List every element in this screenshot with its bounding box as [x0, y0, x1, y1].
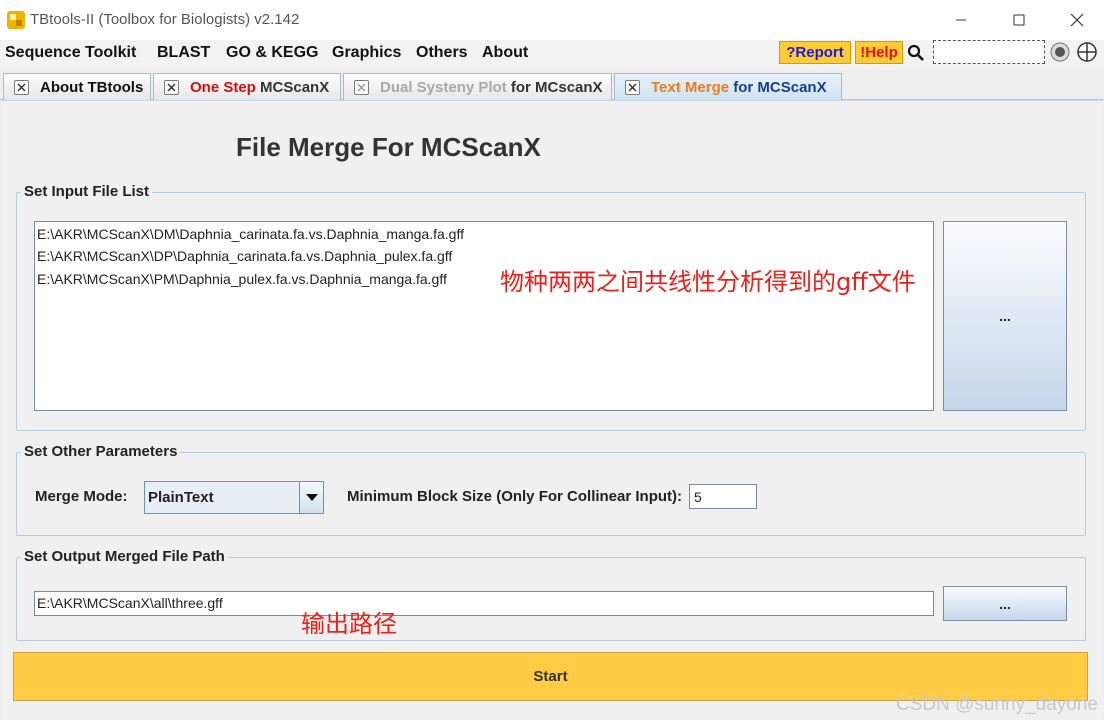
- menu-about[interactable]: About: [482, 44, 528, 62]
- tab-about-tbtools[interactable]: About TBtools: [3, 73, 151, 100]
- maximize-icon: [1013, 14, 1025, 26]
- tab-close-icon[interactable]: [164, 80, 179, 95]
- tab-text-merge[interactable]: Text Merge for MCScanX: [614, 73, 842, 100]
- menu-go-kegg[interactable]: GO & KEGG: [226, 44, 318, 62]
- watermark: CSDN @sunny_dayone: [895, 694, 1098, 715]
- menu-others[interactable]: Others: [416, 44, 468, 62]
- grid-layout-icon[interactable]: [1076, 41, 1098, 63]
- tab-close-icon[interactable]: [354, 80, 369, 95]
- params-group-title: Set Other Parameters: [21, 443, 181, 460]
- tab-label: About TBtools: [40, 79, 143, 96]
- min-block-label: Minimum Block Size (Only For Collinear I…: [347, 488, 683, 505]
- tab-label-part: Text Merge: [651, 79, 734, 96]
- minimize-icon: [956, 19, 966, 21]
- tab-dual-systeny-plot[interactable]: Dual Systeny Plot for MCscanX: [343, 73, 612, 100]
- tab-label-suffix: for MCScanX: [733, 79, 827, 96]
- title-bar: TBtools-II (Toolbox for Biologists) v2.1…: [0, 0, 1104, 40]
- maximize-button[interactable]: [990, 0, 1048, 40]
- output-path-input[interactable]: E:\AKR\MCScanX\all\three.gff: [34, 591, 934, 616]
- tab-label: Text Merge for MCScanX: [651, 79, 827, 96]
- tab-one-step-mcscanx[interactable]: One Step MCScanX: [153, 73, 341, 100]
- page-title: File Merge For MCScanX: [236, 132, 541, 162]
- close-window-button[interactable]: [1048, 0, 1104, 40]
- close-icon: [1070, 13, 1084, 27]
- menu-sequence-toolkit[interactable]: Sequence Toolkit: [5, 44, 136, 62]
- menu-graphics[interactable]: Graphics: [332, 44, 401, 62]
- input-annotation: 物种两两之间共线性分析得到的gff文件: [500, 268, 916, 296]
- browse-input-button[interactable]: ...: [943, 221, 1067, 411]
- merge-mode-label: Merge Mode:: [35, 488, 128, 505]
- search-input[interactable]: [933, 40, 1045, 64]
- help-button[interactable]: !Help: [855, 41, 903, 64]
- input-file-list[interactable]: E:\AKR\MCScanX\DM\Daphnia_carinata.fa.vs…: [34, 221, 934, 411]
- tab-close-icon[interactable]: [14, 80, 29, 95]
- tab-label-part: About TBtools: [40, 79, 144, 96]
- tab-label-part: One Step: [190, 79, 261, 96]
- tab-label-suffix: MCScanX: [260, 79, 330, 96]
- radio-toggle-icon[interactable]: [1049, 41, 1071, 63]
- tab-label-suffix: for MCscanX: [510, 79, 603, 96]
- dropdown-button[interactable]: [299, 482, 323, 513]
- merge-mode-select[interactable]: PlainText: [144, 481, 324, 514]
- tab-close-icon[interactable]: [625, 80, 640, 95]
- merge-mode-value: PlainText: [148, 489, 214, 506]
- min-block-size-input[interactable]: 5: [689, 484, 757, 509]
- menu-blast[interactable]: BLAST: [157, 44, 210, 62]
- tab-label: One Step MCScanX: [190, 79, 329, 96]
- report-button[interactable]: ?Report: [779, 41, 851, 64]
- chevron-down-icon: [305, 493, 318, 501]
- output-annotation: 输出路径: [301, 610, 397, 638]
- app-icon: [7, 11, 25, 29]
- browse-output-button[interactable]: ...: [943, 586, 1067, 621]
- minimize-button[interactable]: [932, 0, 990, 40]
- tab-label-part: Dual Systeny Plot: [380, 79, 511, 96]
- search-icon[interactable]: [907, 44, 925, 62]
- input-group-title: Set Input File List: [21, 183, 153, 200]
- output-group-title: Set Output Merged File Path: [21, 548, 228, 565]
- tab-label: Dual Systeny Plot for MCscanX: [380, 79, 603, 96]
- list-item[interactable]: E:\AKR\MCScanX\DP\Daphnia_carinata.fa.vs…: [37, 248, 452, 264]
- window-title: TBtools-II (Toolbox for Biologists) v2.1…: [30, 11, 300, 28]
- list-item[interactable]: E:\AKR\MCScanX\PM\Daphnia_pulex.fa.vs.Da…: [37, 271, 447, 287]
- list-item[interactable]: E:\AKR\MCScanX\DM\Daphnia_carinata.fa.vs…: [37, 226, 464, 242]
